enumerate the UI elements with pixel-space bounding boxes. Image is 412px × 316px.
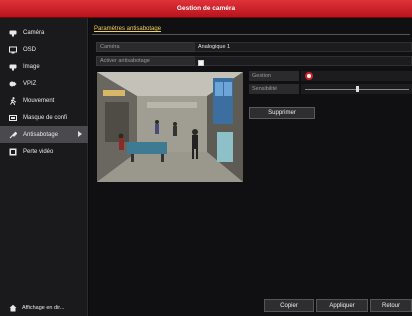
mask-icon xyxy=(9,114,17,122)
sidebar-item-image[interactable]: Image xyxy=(0,58,88,75)
window-title: Gestion de caméra xyxy=(176,5,236,12)
sidebar-item-tamper[interactable]: Antisabotage xyxy=(0,126,88,143)
sidebar-item-ptz[interactable]: VPIZ xyxy=(0,75,88,92)
sidebar-item-camera[interactable]: Caméra xyxy=(0,24,88,41)
enable-tamper-field xyxy=(194,56,412,66)
section-divider xyxy=(92,34,410,35)
sidebar-item-label: Image xyxy=(23,63,40,70)
copy-button[interactable]: Copier xyxy=(264,299,314,312)
handling-label: Gestion xyxy=(249,71,299,81)
apply-button[interactable]: Appliquer xyxy=(316,299,368,312)
camera-icon xyxy=(9,29,17,37)
main-panel: Paramètres antisabotage Caméra Analogiqu… xyxy=(89,18,412,316)
preview-image xyxy=(97,72,243,182)
sidebar-item-video-loss[interactable]: Perte vidéo xyxy=(0,143,88,160)
tamper-icon xyxy=(9,131,17,139)
sidebar-item-label: Masque de confi xyxy=(23,114,68,121)
motion-icon xyxy=(9,96,17,105)
back-button[interactable]: Retour xyxy=(370,299,412,312)
handling-field xyxy=(301,71,412,81)
sidebar-item-privacy-mask[interactable]: Masque de confi xyxy=(0,109,88,126)
live-view-label: Affichage en dir... xyxy=(22,305,65,311)
sidebar-item-label: Mouvement xyxy=(23,97,55,104)
video-loss-icon xyxy=(9,148,17,156)
camera-select[interactable]: Analogique 1 xyxy=(194,42,412,52)
home-icon xyxy=(9,304,17,312)
sidebar-item-osd[interactable]: OSD xyxy=(0,41,88,58)
section-title: Paramètres antisabotage xyxy=(94,26,162,32)
clear-button[interactable]: Supprimer xyxy=(249,107,315,119)
title-bar: Gestion de caméra xyxy=(0,0,412,18)
image-icon xyxy=(9,63,17,71)
enable-tamper-checkbox[interactable] xyxy=(198,60,204,66)
sidebar-item-label: OSD xyxy=(23,46,37,53)
sensitivity-label: Sensibilité xyxy=(249,84,299,94)
camera-preview[interactable] xyxy=(97,72,243,182)
chevron-right-icon xyxy=(78,131,82,137)
sidebar-item-label: Perte vidéo xyxy=(23,148,54,155)
ptz-icon xyxy=(9,80,17,88)
monitor-icon xyxy=(9,46,17,54)
sidebar-item-label: VPIZ xyxy=(23,80,37,87)
sidebar-item-label: Caméra xyxy=(23,29,45,36)
sensitivity-slider-handle[interactable] xyxy=(355,86,359,92)
sidebar-item-motion[interactable]: Mouvement xyxy=(0,92,88,109)
sidebar-item-label: Antisabotage xyxy=(23,131,59,138)
settings-icon[interactable] xyxy=(305,72,313,80)
sidebar: Caméra OSD Image VPIZ Mouvement Masque d… xyxy=(0,18,88,316)
live-view-button[interactable]: Affichage en dir... xyxy=(0,300,88,316)
